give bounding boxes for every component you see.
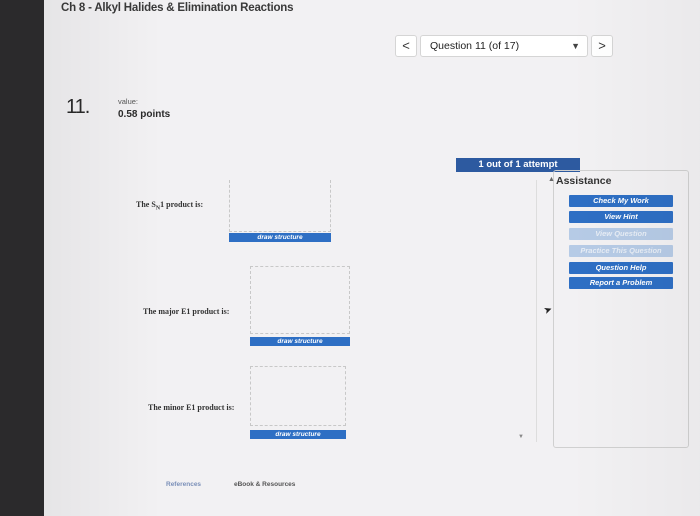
scroll-down-icon[interactable]: ▼ [518, 434, 524, 440]
chevron-down-icon: ▼ [571, 41, 580, 51]
assistance-title: Assistance [556, 175, 612, 187]
page-content: Ch 8 - Alkyl Halides & Elimination React… [44, 0, 700, 516]
draw-structure-button[interactable]: draw structure [250, 337, 350, 346]
view-question-button[interactable]: View Question [569, 228, 673, 240]
next-question-button[interactable]: > [591, 35, 613, 57]
scrollbar[interactable] [536, 180, 540, 442]
draw-structure-button[interactable]: draw structure [229, 233, 331, 242]
question-points: 0.58 points [118, 109, 171, 120]
major-e1-draw-area[interactable] [250, 266, 350, 334]
previous-question-button[interactable]: < [395, 35, 417, 57]
question-help-button[interactable]: Question Help [569, 262, 673, 274]
question-select-value: Question 11 (of 17) [430, 40, 520, 52]
check-my-work-button[interactable]: Check My Work [569, 195, 673, 207]
sn1-draw-area[interactable] [229, 180, 331, 232]
minor-e1-product-label: The minor E1 product is: [148, 403, 235, 412]
view-hint-button[interactable]: View Hint [569, 211, 673, 223]
collapse-icon[interactable]: ▲ [548, 176, 555, 183]
value-label: value: [118, 97, 139, 106]
chapter-title: Ch 8 - Alkyl Halides & Elimination React… [61, 2, 294, 14]
draw-structure-button[interactable]: draw structure [250, 430, 346, 439]
practice-question-button[interactable]: Practice This Question [569, 245, 673, 257]
assistance-header[interactable]: ▲ Assistance [548, 175, 612, 187]
major-e1-product-label: The major E1 product is: [143, 307, 230, 316]
ebook-resources-link[interactable]: eBook & Resources [234, 481, 295, 488]
report-problem-button[interactable]: Report a Problem [569, 277, 673, 289]
question-select[interactable]: Question 11 (of 17) ▼ [420, 35, 588, 57]
references-link[interactable]: References [166, 481, 201, 488]
sn1-product-label: The SN1 product is: [136, 200, 204, 212]
minor-e1-draw-area[interactable] [250, 366, 346, 426]
question-number: 11. [66, 96, 90, 118]
